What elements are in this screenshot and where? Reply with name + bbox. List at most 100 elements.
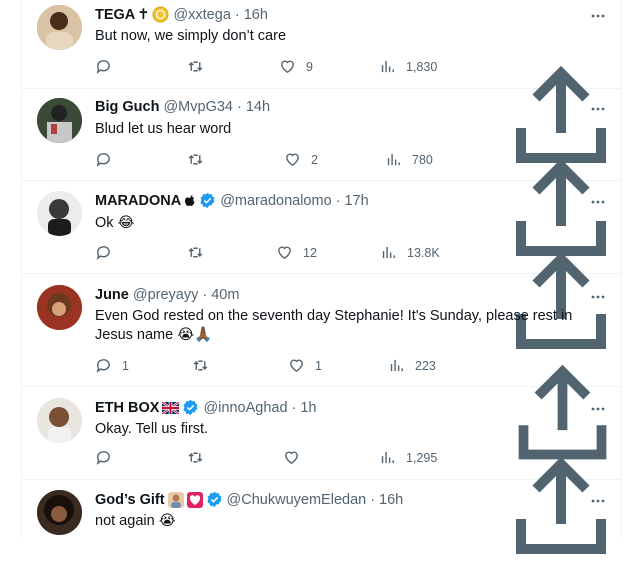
retweet-button[interactable] [187, 449, 214, 466]
heart-icon [278, 246, 291, 260]
tweet[interactable]: TEGA ✝ @xxtega · 16h But now, we simply … [22, 0, 621, 163]
avatar[interactable] [37, 285, 82, 330]
tweet[interactable]: God’s Gift @ChukwuyemEledan · 16h not ag… [22, 479, 621, 537]
uk-flag-icon [162, 401, 180, 414]
author-handle[interactable]: @MvpG34 [163, 99, 233, 115]
author-name[interactable]: God’s Gift [95, 492, 165, 508]
views-button[interactable]: 223 [388, 357, 436, 374]
tweet[interactable]: MARADONA @maradonalomo · 17h Ok 😂 12 13.… [22, 180, 621, 349]
reply-icon [96, 359, 110, 373]
timestamp[interactable]: 40m [211, 287, 239, 303]
heart-emoji-icon [186, 491, 203, 508]
heart-icon [286, 153, 299, 167]
reply-count: 1 [122, 358, 129, 373]
views-button[interactable]: 1,295 [379, 449, 437, 466]
views-count: 223 [415, 358, 436, 373]
like-count: 12 [303, 245, 317, 260]
retweet-icon [188, 61, 203, 72]
tweet[interactable]: ETH BOX @innoAghad · 1h Okay. Tell us fi… [22, 386, 621, 554]
like-count: 9 [306, 59, 313, 74]
person-emoji-icon [167, 491, 184, 508]
reply-button[interactable]: 1 [95, 357, 129, 374]
author-name[interactable]: June [95, 287, 129, 303]
timestamp[interactable]: 1h [300, 400, 316, 416]
views-chart-icon [381, 451, 394, 464]
tweet-text: Ok 😂 [95, 215, 135, 231]
like-count: 2 [311, 152, 318, 167]
like-button[interactable]: 2 [284, 151, 318, 168]
like-button[interactable] [283, 449, 310, 466]
reply-icon [96, 60, 110, 74]
views-button[interactable]: 1,830 [379, 58, 437, 75]
reply-icon [96, 153, 110, 167]
reply-button[interactable] [95, 244, 122, 261]
tweet-text: Okay. Tell us first. [95, 421, 209, 437]
tweet[interactable]: Big Guch @MvpG34 · 14h Blud let us hear … [22, 88, 621, 256]
like-button[interactable]: 1 [288, 357, 322, 374]
tweet-text: But now, we simply don’t care [95, 28, 287, 44]
more-options-icon[interactable] [591, 195, 605, 209]
tweet-text: Blud let us hear word [95, 121, 232, 137]
retweet-icon [193, 360, 208, 371]
author-handle[interactable]: @ChukwuyemEledan [227, 492, 367, 508]
retweet-button[interactable] [187, 58, 214, 75]
more-options-icon[interactable] [591, 290, 605, 304]
retweet-button[interactable] [187, 151, 214, 168]
avatar[interactable] [37, 490, 82, 535]
views-count: 1,295 [406, 450, 438, 465]
avatar[interactable] [37, 5, 82, 50]
verified-icon [206, 491, 223, 508]
views-button[interactable]: 13.8K [380, 244, 440, 261]
views-chart-icon [382, 246, 395, 259]
heart-icon [281, 60, 294, 74]
retweet-icon [188, 154, 203, 165]
reply-icon [96, 246, 110, 260]
reply-button[interactable] [95, 151, 122, 168]
timestamp[interactable]: 14h [246, 99, 270, 115]
reply-feed: TEGA ✝ @xxtega · 16h But now, we simply … [21, 0, 622, 554]
views-count: 1,830 [406, 59, 438, 74]
author-name[interactable]: Big Guch [95, 99, 159, 115]
retweet-icon [188, 247, 203, 258]
views-chart-icon [381, 60, 394, 73]
like-count: 1 [315, 358, 322, 373]
views-count: 13.8K [407, 245, 440, 260]
more-options-icon[interactable] [591, 494, 605, 508]
retweet-button[interactable] [187, 244, 214, 261]
more-options-icon[interactable] [591, 402, 605, 416]
reply-button[interactable] [95, 58, 122, 75]
author-name[interactable]: ETH BOX [95, 400, 159, 416]
verified-icon [182, 399, 199, 416]
author-handle[interactable]: @xxtega [173, 7, 230, 23]
tweet[interactable]: June @preyayy · 40m Even God rested on t… [22, 273, 621, 460]
avatar[interactable] [37, 191, 82, 236]
avatar[interactable] [37, 398, 82, 443]
tweet-text: not again 😭 [95, 513, 176, 529]
author-name[interactable]: TEGA [95, 7, 135, 23]
like-button[interactable]: 12 [276, 244, 317, 261]
reply-button[interactable] [95, 449, 122, 466]
avatar[interactable] [37, 98, 82, 143]
author-handle[interactable]: @maradonalomo [220, 193, 331, 209]
timestamp[interactable]: 16h [244, 7, 268, 23]
name-flair: ✝ [137, 6, 150, 23]
verified-icon [199, 192, 216, 209]
more-options-icon[interactable] [591, 9, 605, 23]
views-count: 780 [412, 152, 433, 167]
views-chart-icon [390, 359, 403, 372]
timestamp[interactable]: 16h [379, 492, 403, 508]
tweet-text: Even God rested on the seventh day Steph… [95, 308, 573, 343]
author-handle[interactable]: @innoAghad [203, 400, 287, 416]
author-name[interactable]: MARADONA [95, 193, 181, 209]
heart-icon [285, 451, 298, 465]
reply-icon [96, 451, 110, 465]
heart-icon [290, 359, 303, 373]
apple-icon [184, 194, 196, 208]
views-button[interactable]: 780 [385, 151, 433, 168]
retweet-icon [188, 452, 203, 463]
like-button[interactable]: 9 [279, 58, 313, 75]
more-options-icon[interactable] [591, 102, 605, 116]
timestamp[interactable]: 17h [344, 193, 368, 209]
retweet-button[interactable] [192, 357, 219, 374]
author-handle[interactable]: @preyayy [133, 287, 199, 303]
